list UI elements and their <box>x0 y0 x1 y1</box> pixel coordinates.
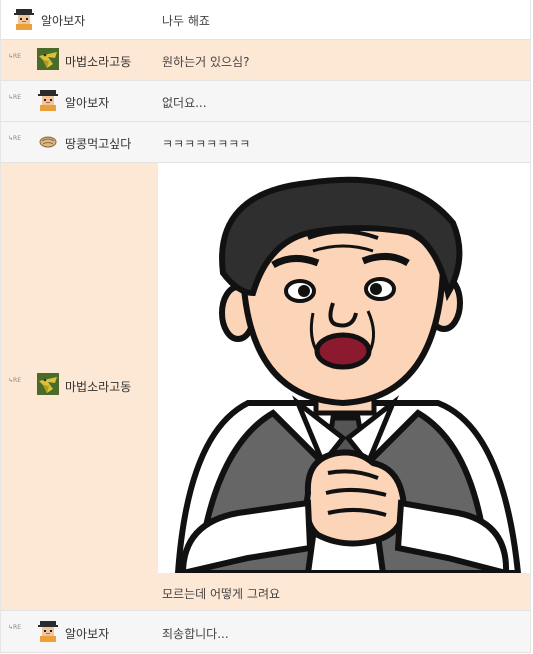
author-nickname[interactable]: 땅콩먹고싶다 <box>65 135 131 152</box>
comment-author[interactable]: ↳RE 마법소라고동 <box>1 163 156 610</box>
reply-indicator-icon: ↳RE <box>8 94 21 101</box>
author-nickname[interactable]: 마법소라고동 <box>65 53 131 70</box>
pixel-man-avatar-icon <box>38 621 58 642</box>
comment-author[interactable]: ↳RE 알아보자 <box>1 81 156 121</box>
author-nickname[interactable]: 알아보자 <box>65 625 109 642</box>
reply-row: ↳RE 알아보자 없더요... <box>1 81 530 122</box>
comment-text: ㅋㅋㅋㅋㅋㅋㅋㅋ <box>162 137 251 151</box>
comment-row: 알아보자 나두 해죠 <box>1 0 530 40</box>
reply-row: ↳RE 땅콩먹고싶다 ㅋㅋㅋㅋㅋㅋㅋㅋ <box>1 122 530 163</box>
pixel-man-avatar-icon <box>14 9 34 30</box>
comment-list: 알아보자 나두 해죠 ↳RE 마법소라고동 원하는거 있으심? ↳RE 알아보자… <box>0 0 531 653</box>
pixel-man-avatar-icon <box>38 90 58 111</box>
author-nickname[interactable]: 알아보자 <box>65 94 109 111</box>
comment-author[interactable]: ↳RE 알아보자 <box>1 611 156 652</box>
reply-indicator-icon: ↳RE <box>8 624 21 631</box>
reply-row: ↳RE 알아보자 죄송합니다... <box>1 611 530 653</box>
reply-indicator-icon: ↳RE <box>8 135 21 142</box>
peanut-avatar-icon <box>39 136 57 148</box>
comment-text: 원하는거 있으심? <box>162 55 250 69</box>
comment-body: 없더요... <box>158 81 530 121</box>
comment-author[interactable]: ↳RE 마법소라고동 <box>1 40 156 80</box>
author-nickname[interactable]: 알아보자 <box>41 12 85 29</box>
comment-body: ㅋㅋㅋㅋㅋㅋㅋㅋ <box>158 122 530 162</box>
comment-text: 없더요... <box>162 96 207 110</box>
reply-indicator-icon: ↳RE <box>8 53 21 60</box>
reply-row: ↳RE 마법소라고동 원하는거 있으심? <box>1 40 530 81</box>
cartoon-man-clasped-hands-image <box>158 163 530 573</box>
conch-shell-avatar-icon <box>37 48 59 70</box>
comment-author[interactable]: ↳RE 땅콩먹고싶다 <box>1 122 156 162</box>
comment-body: 죄송합니다... <box>158 611 530 652</box>
reply-row: ↳RE 마법소라고동 모르는데 어떻게 그려요 <box>1 163 530 611</box>
comment-body: 원하는거 있으심? <box>158 40 530 80</box>
author-nickname[interactable]: 마법소라고동 <box>65 378 131 395</box>
comment-author[interactable]: 알아보자 <box>1 0 156 39</box>
comment-text: 나두 해죠 <box>162 14 210 28</box>
comment-text: 죄송합니다... <box>162 627 229 641</box>
conch-shell-avatar-icon <box>37 373 59 395</box>
comment-text: 모르는데 어떻게 그려요 <box>162 587 281 601</box>
comment-body: 나두 해죠 <box>158 0 530 39</box>
reply-indicator-icon: ↳RE <box>8 377 21 384</box>
comment-body: 모르는데 어떻게 그려요 <box>158 163 530 610</box>
